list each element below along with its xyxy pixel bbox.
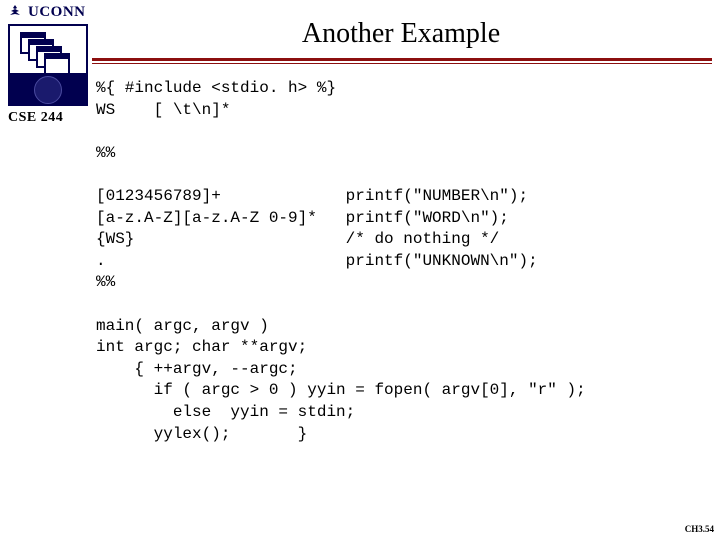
uconn-brand: UCONN [8, 4, 86, 21]
windows-icon [20, 32, 72, 72]
slide-footer: CH3.54 [685, 524, 714, 534]
slide-title: Another Example [90, 18, 712, 50]
code-block: %{ #include <stdio. h> %} WS [ \t\n]* %%… [96, 78, 712, 445]
title-divider-thin [92, 63, 712, 64]
uconn-label: UCONN [28, 4, 86, 21]
oakleaf-icon [8, 5, 22, 21]
dept-logo [8, 24, 88, 106]
dept-seal-icon [14, 76, 82, 102]
course-label: CSE 244 [8, 110, 63, 126]
title-divider [92, 58, 712, 61]
